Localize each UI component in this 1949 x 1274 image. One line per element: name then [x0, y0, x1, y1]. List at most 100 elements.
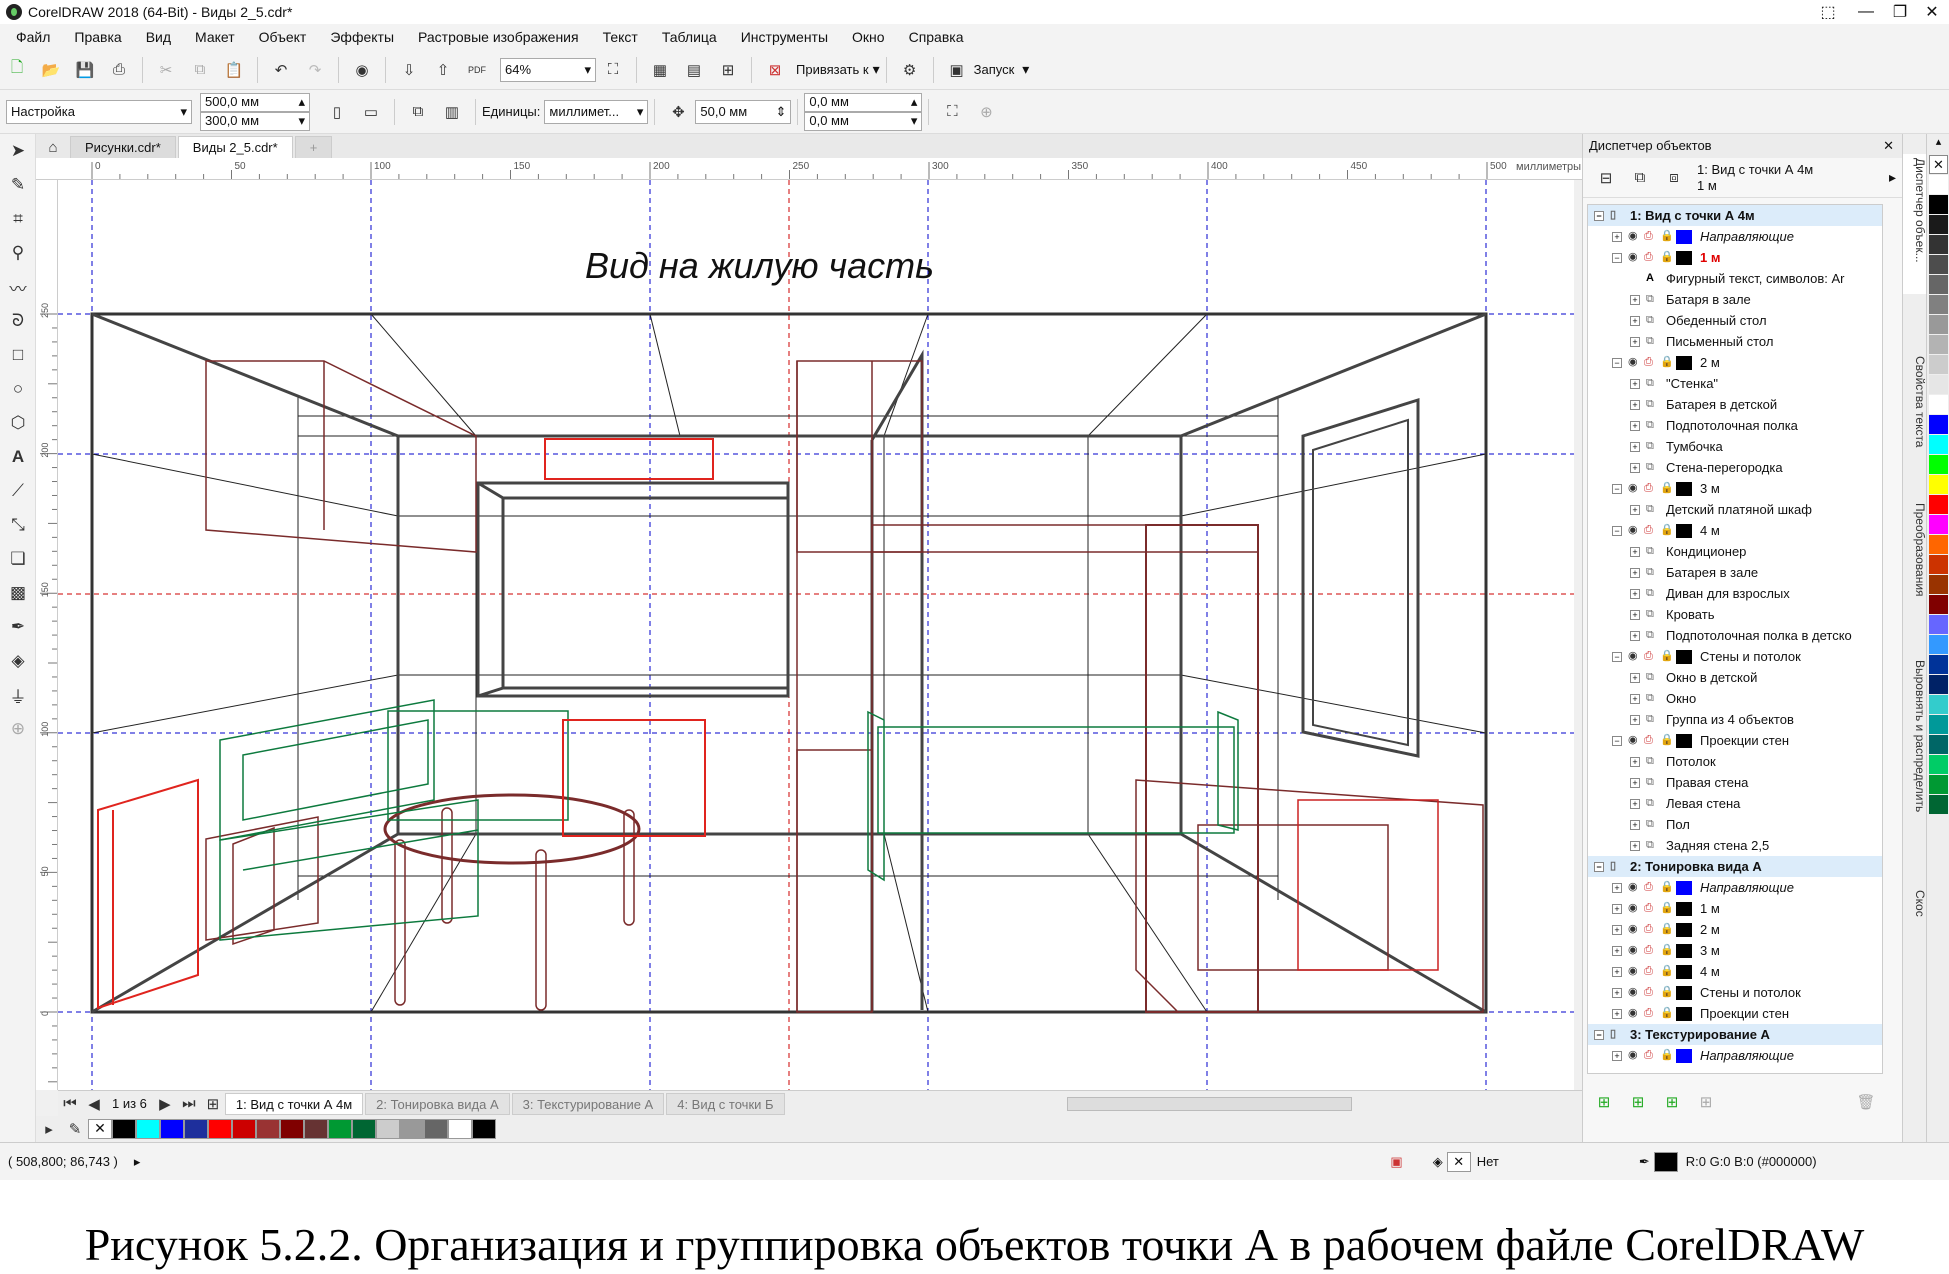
menu-effects[interactable]: Эффекты [318, 24, 406, 50]
publish-pdf-icon[interactable]: PDF [464, 57, 490, 83]
close-button[interactable]: ✕ [1915, 0, 1949, 24]
color-swatch[interactable] [1929, 715, 1948, 734]
tree-object[interactable]: + ⧉ Подпотолочная полка в детско [1588, 625, 1882, 646]
expand-icon[interactable]: + [1630, 798, 1640, 809]
snap-to-dropdown[interactable]: Привязать к [796, 62, 869, 77]
document-color-swatch[interactable] [232, 1119, 256, 1139]
previous-page-icon[interactable]: ◀ [86, 1091, 102, 1117]
page-tab-2[interactable]: 2: Тонировка вида А [365, 1092, 510, 1115]
nudge-distance-input[interactable]: 50,0 мм ⇕ [695, 99, 792, 124]
outline-color-swatch[interactable] [1653, 1151, 1678, 1172]
drop-shadow-icon[interactable]: ❏ [0, 542, 36, 576]
color-swatch[interactable] [1929, 455, 1948, 474]
expand-icon[interactable]: + [1612, 1050, 1622, 1061]
lock-icon[interactable]: 🔒 [1660, 646, 1676, 667]
edit-across-layers-icon[interactable]: ⧉ [1627, 165, 1653, 191]
tree-layer[interactable]: + ◉ ⎙ 🔒 1 м [1588, 898, 1882, 919]
expand-icon[interactable]: + [1630, 546, 1640, 557]
landscape-icon[interactable]: ▭ [358, 99, 384, 125]
side-tab-object-manager[interactable]: Диспетчер объек... [1903, 154, 1927, 294]
pick-tool-icon[interactable]: ➤ [0, 134, 36, 168]
tree-object[interactable]: + ⧉ Батарея в детской [1588, 394, 1882, 415]
page-width-input[interactable]: 500,0 мм ▴ [200, 92, 310, 112]
treat-as-filled-icon[interactable]: ⛶ [939, 99, 965, 125]
minimize-button[interactable]: — [1849, 0, 1883, 24]
document-color-swatch[interactable] [280, 1119, 304, 1139]
layer-color-swatch[interactable] [1676, 733, 1692, 748]
add-tool-icon[interactable]: ⊕ [0, 712, 36, 746]
menu-help[interactable]: Справка [897, 24, 976, 50]
new-tab-plus-icon[interactable]: + [294, 136, 333, 158]
visibility-eye-icon[interactable]: ◉ [1628, 898, 1644, 919]
document-color-swatch[interactable] [304, 1119, 328, 1139]
printer-icon[interactable]: ⎙ [1644, 730, 1660, 751]
expand-icon[interactable]: + [1630, 609, 1640, 620]
shape-tool-icon[interactable]: ✎ [0, 168, 36, 202]
expand-icon[interactable]: + [1630, 630, 1640, 641]
tree-layer[interactable]: − ◉ ⎙ 🔒 Стены и потолок [1588, 646, 1882, 667]
menu-text[interactable]: Текст [591, 24, 650, 50]
expand-icon[interactable]: + [1612, 966, 1622, 977]
document-color-swatch[interactable] [424, 1119, 448, 1139]
menu-view[interactable]: Вид [134, 24, 183, 50]
units-select[interactable]: миллимет... ▾ [544, 99, 649, 124]
crop-tool-icon[interactable]: ⌗ [0, 202, 36, 236]
rectangle-tool-icon[interactable]: □ [0, 338, 36, 372]
visibility-eye-icon[interactable]: ◉ [1628, 1003, 1644, 1024]
show-properties-icon[interactable]: ⊟ [1593, 165, 1619, 191]
layer-color-swatch[interactable] [1676, 943, 1692, 958]
color-swatch[interactable] [1929, 535, 1948, 554]
expand-icon[interactable]: + [1630, 294, 1640, 305]
menu-file[interactable]: Файл [4, 24, 62, 50]
color-swatch[interactable] [1929, 655, 1948, 674]
printer-icon[interactable]: ⎙ [1644, 940, 1660, 961]
show-rulers-icon[interactable]: ▦ [647, 57, 673, 83]
visibility-eye-icon[interactable]: ◉ [1628, 478, 1644, 499]
tree-object[interactable]: + ⧉ Пол [1588, 814, 1882, 835]
color-swatch[interactable] [1929, 515, 1948, 534]
menu-layout[interactable]: Макет [183, 24, 247, 50]
color-proof-icon[interactable]: ▣ [1390, 1154, 1402, 1170]
collapse-icon[interactable]: − [1594, 1029, 1604, 1040]
lock-icon[interactable]: 🔒 [1660, 898, 1676, 919]
tree-object[interactable]: + ⧉ Окно в детской [1588, 667, 1882, 688]
color-swatch[interactable] [1929, 575, 1948, 594]
new-master-layer-all-icon[interactable]: ⊞ [1659, 1089, 1685, 1115]
layer-color-swatch[interactable] [1676, 985, 1692, 1000]
copy-icon[interactable]: ⧉ [187, 57, 213, 83]
visibility-eye-icon[interactable]: ◉ [1628, 982, 1644, 1003]
lock-icon[interactable]: 🔒 [1660, 478, 1676, 499]
canvas-title-text[interactable]: Вид на жилую часть [585, 245, 934, 286]
page-height-input[interactable]: 300,0 мм ▾ [200, 111, 310, 131]
document-color-swatch[interactable] [208, 1119, 232, 1139]
layer-manager-view-icon[interactable]: ⧈ [1661, 165, 1687, 191]
transparency-icon[interactable]: ▩ [0, 576, 36, 610]
color-swatch[interactable] [1929, 295, 1948, 314]
color-swatch[interactable] [1929, 375, 1948, 394]
tree-object[interactable]: + ⧉ Батаря в зале [1588, 289, 1882, 310]
tree-layer[interactable]: + ◉ ⎙ 🔒 3 м [1588, 940, 1882, 961]
tab-document-risunki[interactable]: Рисунки.cdr* [70, 136, 176, 158]
expand-icon[interactable]: + [1630, 840, 1640, 851]
visibility-eye-icon[interactable]: ◉ [1628, 247, 1644, 268]
drawing-canvas[interactable]: Вид на жилую часть [58, 180, 1574, 1090]
color-swatch[interactable] [1929, 315, 1948, 334]
artistic-media-icon[interactable]: ᘐ [0, 304, 36, 338]
tree-layer[interactable]: + ◉ ⎙ 🔒 2 м [1588, 919, 1882, 940]
collapse-icon[interactable]: − [1612, 483, 1622, 494]
layer-color-swatch[interactable] [1676, 1006, 1692, 1021]
dimension-tool-icon[interactable]: ⟋ [0, 474, 36, 508]
layer-color-swatch[interactable] [1676, 523, 1692, 538]
lock-icon[interactable]: 🔒 [1660, 961, 1676, 982]
color-swatch[interactable] [1929, 555, 1948, 574]
text-tool-icon[interactable]: A [0, 440, 36, 474]
expand-icon[interactable]: + [1630, 336, 1640, 347]
tree-layer[interactable]: − ◉ ⎙ 🔒 2 м [1588, 352, 1882, 373]
visibility-eye-icon[interactable]: ◉ [1628, 520, 1644, 541]
account-icon[interactable]: ⬚ [1811, 0, 1845, 24]
color-swatch[interactable] [1929, 475, 1948, 494]
color-swatch[interactable] [1929, 635, 1948, 654]
new-document-icon[interactable]: 🗋 [4, 57, 30, 83]
color-swatch[interactable] [1929, 175, 1948, 194]
collapse-icon[interactable]: − [1612, 357, 1622, 368]
